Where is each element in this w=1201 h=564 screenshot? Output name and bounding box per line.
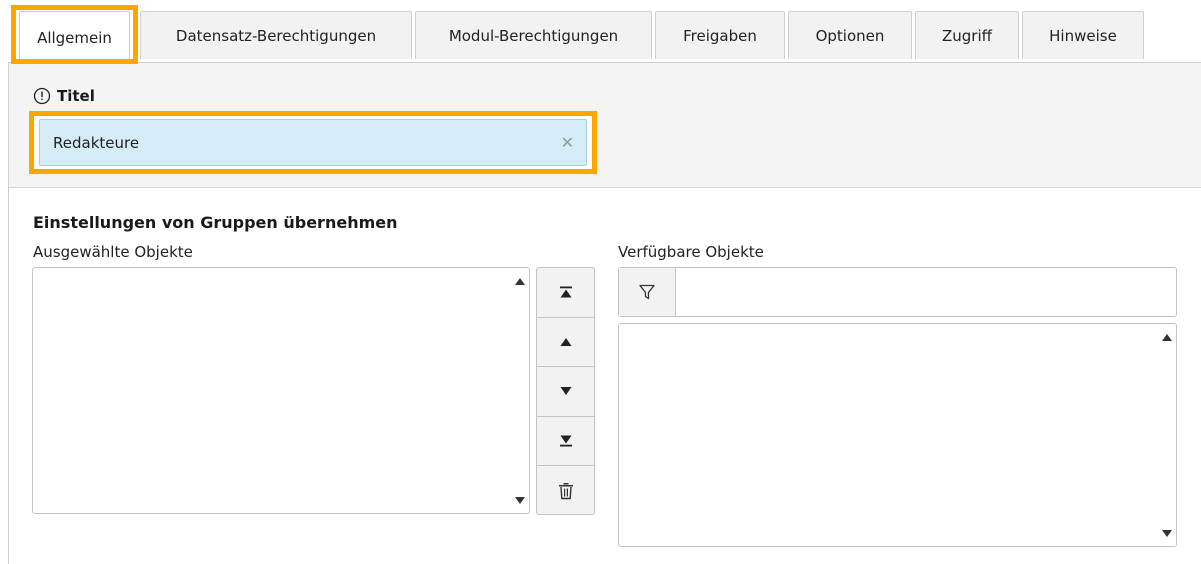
- selected-objects-list[interactable]: [32, 267, 530, 514]
- close-icon[interactable]: ✕: [561, 134, 574, 151]
- scroll-down-icon[interactable]: [515, 497, 525, 504]
- title-input-highlight: Redakteure ✕: [29, 111, 597, 174]
- title-input[interactable]: Redakteure ✕: [39, 119, 587, 166]
- move-to-top-button[interactable]: [537, 268, 594, 318]
- scroll-down-icon[interactable]: [1162, 530, 1172, 537]
- tab-modul-berechtigungen[interactable]: Modul-Berechtigungen: [415, 11, 652, 59]
- available-objects-list[interactable]: [618, 323, 1177, 547]
- move-to-top-icon: [559, 286, 572, 298]
- trash-icon: [558, 483, 573, 500]
- tab-freigaben[interactable]: Freigaben: [655, 11, 785, 59]
- title-label-text: Titel: [57, 87, 95, 105]
- available-objects-label: Verfügbare Objekte: [618, 243, 764, 261]
- filter-group: [618, 267, 1177, 317]
- tab-hinweise[interactable]: Hinweise: [1022, 11, 1144, 59]
- move-up-icon: [560, 337, 571, 346]
- move-buttons-group: [536, 267, 595, 515]
- tab-bar: Allgemein Datensatz-Berechtigungen Modul…: [0, 0, 1201, 64]
- delete-button[interactable]: [537, 466, 594, 514]
- move-to-bottom-icon: [559, 435, 572, 447]
- inherit-section-title: Einstellungen von Gruppen übernehmen: [33, 213, 398, 232]
- filter-addon: [619, 268, 676, 316]
- tab-zugriff[interactable]: Zugriff: [915, 11, 1019, 59]
- filter-input[interactable]: [676, 268, 1176, 316]
- info-icon: [33, 87, 51, 105]
- move-to-bottom-button[interactable]: [537, 417, 594, 467]
- title-input-value: Redakteure: [53, 133, 140, 152]
- move-down-icon: [560, 387, 571, 396]
- tab-allgemein[interactable]: Allgemein: [19, 11, 130, 63]
- scroll-up-icon[interactable]: [515, 278, 525, 285]
- title-field-label: Titel: [33, 87, 95, 105]
- move-down-button[interactable]: [537, 367, 594, 417]
- move-up-button[interactable]: [537, 318, 594, 368]
- filter-icon: [639, 284, 655, 300]
- tab-panel-allgemein: Titel Redakteure ✕ Einstellungen von Gru…: [8, 62, 1201, 564]
- selected-objects-label: Ausgewählte Objekte: [33, 243, 193, 261]
- tab-datensatz-berechtigungen[interactable]: Datensatz-Berechtigungen: [140, 11, 412, 59]
- scroll-up-icon[interactable]: [1162, 334, 1172, 341]
- tab-optionen[interactable]: Optionen: [788, 11, 912, 59]
